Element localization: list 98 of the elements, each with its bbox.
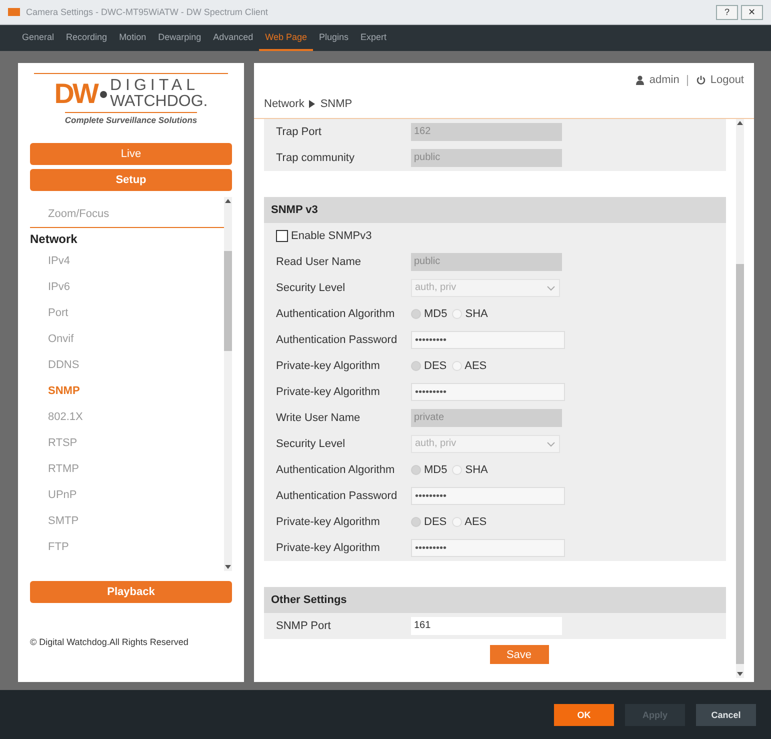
radio-label: AES xyxy=(464,516,487,528)
tab[interactable]: Advanced xyxy=(207,25,260,51)
radio-label: AES xyxy=(464,360,487,372)
window-button[interactable]: ? xyxy=(716,4,738,20)
field-label: SNMP Port xyxy=(276,620,332,632)
scroll-up-icon[interactable] xyxy=(737,121,743,125)
radio-button[interactable] xyxy=(411,309,421,319)
scroll-up-icon[interactable] xyxy=(225,199,231,203)
chevron-down-icon xyxy=(547,286,555,290)
section-header: SNMP v3 xyxy=(264,197,726,223)
menu-item[interactable]: FTP xyxy=(30,538,224,564)
dropdown[interactable]: auth, priv xyxy=(411,435,560,453)
copyright-text: © Digital Watchdog.All Rights Reserved xyxy=(30,637,190,647)
input-field[interactable]: public xyxy=(411,253,562,271)
tab[interactable]: Web Page xyxy=(259,25,314,51)
menu-item[interactable]: 802.1X xyxy=(30,408,224,434)
user-icon xyxy=(635,75,646,85)
field-label: Trap community xyxy=(276,152,356,164)
field-label: Read User Name xyxy=(276,256,362,268)
breadcrumb-item: SNMP xyxy=(320,98,352,110)
menu-item[interactable]: SMTP xyxy=(30,512,224,538)
app-logo-icon xyxy=(8,8,20,16)
menu-item[interactable]: UPnP xyxy=(30,486,224,512)
radio-button[interactable] xyxy=(452,361,462,371)
input-field[interactable]: public xyxy=(411,149,562,167)
logo-mark: DW xyxy=(54,80,97,108)
radio-button[interactable] xyxy=(452,309,462,319)
dialog-button[interactable]: Cancel xyxy=(696,704,756,726)
menu-item[interactable]: Onvif xyxy=(30,330,224,356)
input-field[interactable]: private xyxy=(411,409,562,427)
power-icon xyxy=(696,75,706,85)
section-header: Other Settings xyxy=(264,587,726,613)
tab[interactable]: Motion xyxy=(113,25,152,51)
logo-text: WATCHDOG. xyxy=(110,94,208,110)
breadcrumb-arrow-icon xyxy=(309,100,316,108)
radio-label: DES xyxy=(424,360,447,372)
radio-button[interactable] xyxy=(411,517,421,527)
password-field[interactable]: ••••••••• xyxy=(411,383,565,401)
tab[interactable]: Recording xyxy=(60,25,114,51)
radio-button[interactable] xyxy=(452,517,462,527)
menu-item[interactable]: RTMP xyxy=(30,460,224,486)
password-field[interactable]: ••••••••• xyxy=(411,539,565,557)
field-label: Write User Name xyxy=(276,412,362,424)
radio-button[interactable] xyxy=(411,465,421,475)
menu-heading: Network xyxy=(30,232,78,248)
playback-button[interactable]: Playback xyxy=(30,581,232,603)
field-label: Private-key Algorithm xyxy=(276,360,381,372)
logo-dot-icon xyxy=(100,90,107,98)
tab[interactable]: Plugins xyxy=(313,25,355,51)
checkbox-label: Enable SNMPv3 xyxy=(291,230,372,242)
menu-item[interactable]: IPv4 xyxy=(30,252,224,278)
chevron-down-icon xyxy=(547,442,555,446)
checkbox[interactable] xyxy=(276,230,288,242)
radio-label: SHA xyxy=(465,464,488,476)
menu-item[interactable]: Port xyxy=(30,304,224,330)
password-field[interactable]: ••••••••• xyxy=(411,331,565,349)
scroll-down-icon[interactable] xyxy=(737,672,743,676)
username[interactable]: admin xyxy=(649,74,680,86)
field-label: Trap Port xyxy=(276,126,322,138)
radio-label: MD5 xyxy=(424,308,448,320)
logo-tagline: Complete Surveillance Solutions xyxy=(64,112,198,125)
field-label: Authentication Algorithm xyxy=(276,464,396,476)
radio-label: DES xyxy=(424,516,447,528)
radio-button[interactable] xyxy=(452,465,462,475)
tab[interactable]: Expert xyxy=(354,25,393,51)
input-field[interactable]: 162 xyxy=(411,123,562,141)
tab[interactable]: Dewarping xyxy=(152,25,208,51)
scroll-down-icon[interactable] xyxy=(225,565,231,569)
field-label: Private-key Algorithm xyxy=(276,516,381,528)
field-label: Security Level xyxy=(276,282,346,294)
field-label: Security Level xyxy=(276,438,346,450)
dialog-button[interactable]: OK xyxy=(554,704,614,726)
save-button[interactable]: Save xyxy=(490,645,548,664)
menu-item[interactable]: RTSP xyxy=(30,434,224,460)
menu-item[interactable]: SNMP xyxy=(30,382,224,408)
logo-text: DIGITAL xyxy=(110,78,200,94)
window-title: Camera Settings - DWC-MT95WiATW - DW Spectrum Client xyxy=(26,7,268,17)
scrollbar[interactable] xyxy=(736,119,744,678)
window-button[interactable]: ✕ xyxy=(741,4,763,20)
field-label: Authentication Password xyxy=(276,490,398,502)
nav-button[interactable]: Setup xyxy=(30,169,232,191)
radio-label: MD5 xyxy=(424,464,448,476)
password-field[interactable]: ••••••••• xyxy=(411,487,565,505)
dropdown[interactable]: auth, priv xyxy=(411,279,560,297)
menu-item[interactable]: DDNS xyxy=(30,356,224,382)
field-label: Authentication Algorithm xyxy=(276,308,396,320)
menu-item[interactable]: IPv6 xyxy=(30,278,224,304)
radio-label: SHA xyxy=(465,308,488,320)
tab[interactable]: General xyxy=(16,25,60,51)
breadcrumb-item: Network xyxy=(264,98,304,110)
radio-button[interactable] xyxy=(411,361,421,371)
input-field[interactable]: 161 xyxy=(411,617,562,635)
scrollbar[interactable] xyxy=(224,197,232,571)
field-label: Private-key Algorithm xyxy=(276,386,381,398)
logout-link[interactable]: Logout xyxy=(710,74,744,86)
nav-button[interactable]: Live xyxy=(30,143,232,165)
field-label: Authentication Password xyxy=(276,334,398,346)
field-label: Private-key Algorithm xyxy=(276,542,381,554)
